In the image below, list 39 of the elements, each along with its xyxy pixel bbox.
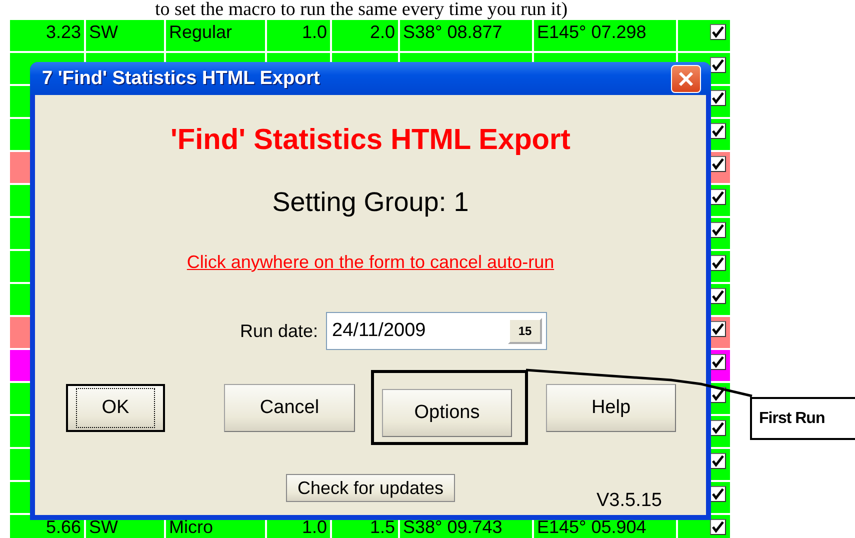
calendar-button[interactable]: 15 (508, 318, 542, 344)
version-label: V3.5.15 (596, 490, 662, 512)
table-cell: S38° 08.877 (400, 20, 532, 51)
dialog-button[interactable]: Cancel (224, 384, 355, 432)
table-cell: 3.23 (10, 20, 84, 51)
date-field[interactable]: 24/11/2009 15 (326, 312, 548, 350)
dialog-button[interactable]: Help (546, 384, 676, 432)
table-cell: 1.0 (267, 20, 330, 51)
table-cell: 2.0 (332, 20, 398, 51)
checkbox[interactable] (710, 321, 726, 337)
table-cell (267, 53, 330, 62)
checkbox[interactable] (710, 486, 726, 502)
table-cell: E145° 07.298 (534, 20, 676, 51)
checkbox[interactable] (710, 156, 726, 172)
checkbox[interactable] (710, 222, 726, 238)
checkbox[interactable] (710, 420, 726, 436)
window-title: 7 'Find' Statistics HTML Export (42, 68, 320, 90)
run-date-label: Run date: (240, 320, 318, 342)
close-button[interactable] (671, 64, 701, 92)
table-cell (332, 53, 398, 62)
checkbox[interactable] (710, 288, 726, 304)
dialog-heading: 'Find' Statistics HTML Export (170, 124, 570, 157)
checkbox[interactable] (710, 453, 726, 469)
checkbox[interactable] (710, 354, 726, 370)
checkbox[interactable] (710, 90, 726, 106)
setting-group-label: Setting Group: 1 (272, 187, 469, 218)
checkbox[interactable] (710, 123, 726, 139)
table-cell: Regular (166, 20, 265, 51)
dialog-button[interactable]: Options (382, 389, 512, 437)
caption-text: to set the macro to run the same every time you run it) (155, 0, 569, 20)
callout-label: First Run (750, 397, 855, 440)
table-cell: SW (86, 20, 164, 51)
checkbox[interactable] (710, 519, 726, 535)
update-button[interactable]: Check for updates (286, 474, 455, 502)
checkbox[interactable] (710, 255, 726, 271)
checkbox[interactable] (710, 57, 726, 73)
checkbox[interactable] (710, 24, 726, 40)
checkbox[interactable] (710, 189, 726, 205)
dialog-button[interactable]: OK (66, 384, 165, 432)
